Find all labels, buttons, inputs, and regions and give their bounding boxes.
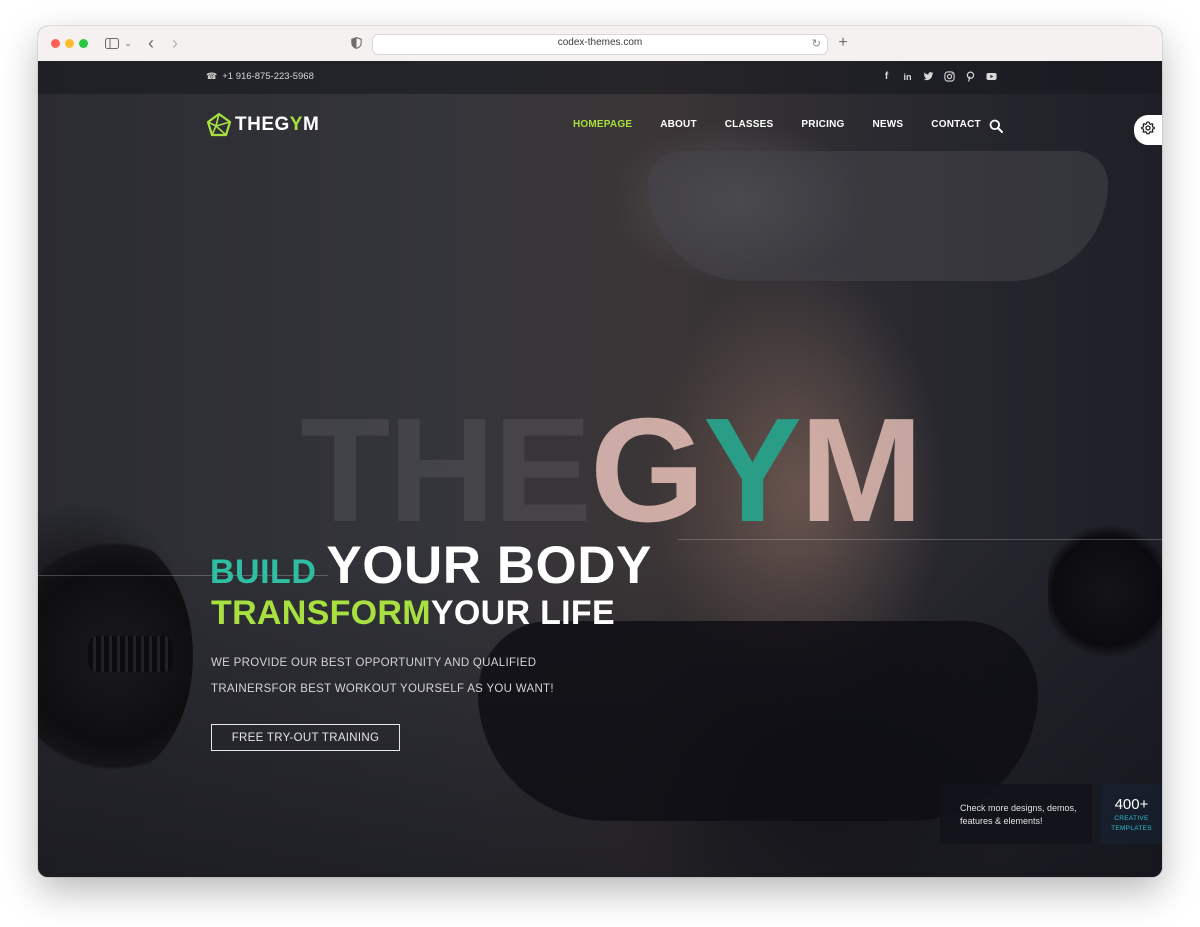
templates-badge[interactable]: 400+ CREATIVE TEMPLATES [1101,784,1162,844]
address-bar[interactable]: codex-themes.com ↻ [372,34,828,55]
hero-headline-2: TRANSFORM YOUR LIFE [211,594,615,633]
nav-item-classes[interactable]: CLASSES [725,119,774,130]
close-window-button[interactable] [51,39,60,48]
facebook-icon[interactable]: f [880,70,893,83]
social-links: f in [880,70,998,83]
hero-watermark: THEGYM [300,397,923,545]
youtube-icon[interactable] [985,70,998,83]
phone-number: +1 916-875-223-5968 [222,71,314,82]
hero-description: WE PROVIDE OUR BEST OPPORTUNITY AND QUAL… [211,650,631,702]
phone-contact[interactable]: ☎ +1 916-875-223-5968 [206,71,314,82]
hero-headline-1: BUILD YOUR BODY [210,535,652,596]
templates-count: 400+ [1114,796,1149,813]
settings-panel-toggle[interactable] [1134,115,1162,145]
main-nav: HOMEPAGE ABOUT CLASSES PRICING NEWS CONT… [573,119,1009,130]
url-text: codex-themes.com [557,37,643,48]
hero-description-line-1: WE PROVIDE OUR BEST OPPORTUNITY AND QUAL… [211,657,537,669]
instagram-icon[interactable] [943,70,956,83]
promo-text: Check more designs, demos, features & el… [960,802,1077,828]
logo-text-accent: Y [289,114,303,135]
back-icon[interactable]: ‹ [144,34,158,52]
watermark-y: Y [703,388,802,553]
logo-text-prefix: THEG [235,114,290,135]
promo-text-line-1: Check more designs, demos, [960,803,1077,813]
nav-item-contact[interactable]: CONTACT [931,119,981,130]
chevron-down-icon[interactable]: ⌄ [123,35,133,51]
logo-text: THEGYM [235,114,319,136]
barbell-handle-shape [88,636,173,672]
forward-icon[interactable]: › [168,34,182,52]
templates-label-1: CREATIVE [1114,815,1149,822]
reload-icon[interactable]: ↻ [812,37,821,50]
phone-icon: ☎ [206,71,218,81]
linkedin-icon[interactable]: in [901,70,914,83]
twitter-icon[interactable] [922,70,935,83]
nav-item-news[interactable]: NEWS [872,119,903,130]
dumbbell-shape [1048,521,1162,661]
watermark-g: G [590,388,705,553]
search-icon[interactable] [989,119,1003,133]
browser-toolbar: ⌄ ‹ › codex-themes.com ↻ + [38,26,1162,62]
new-tab-icon[interactable]: + [836,35,850,51]
nav-item-about[interactable]: ABOUT [660,119,697,130]
free-tryout-button[interactable]: FREE TRY-OUT TRAINING [211,724,400,751]
sidebar-toggle-icon[interactable] [104,35,120,51]
minimize-window-button[interactable] [65,39,74,48]
pinterest-icon[interactable] [964,70,977,83]
watermark-m: M [799,388,923,553]
headline-build: BUILD [210,553,317,591]
headline-your-body: YOUR BODY [326,536,652,595]
maximize-window-button[interactable] [79,39,88,48]
privacy-shield-icon[interactable] [349,35,363,51]
browser-window: ⌄ ‹ › codex-themes.com ↻ + ☎ +1 916-875-… [38,26,1162,877]
headline-your-life: YOUR LIFE [430,594,615,632]
gear-icon [1141,120,1155,140]
hero-description-line-2: TRAINERSFOR BEST WORKOUT YOURSELF AS YOU… [211,683,554,695]
hero-section: ☎ +1 916-875-223-5968 f in THEGYM HOMEPA… [38,61,1162,877]
divider-line-right [678,539,1162,540]
nav-item-pricing[interactable]: PRICING [801,119,844,130]
pentagon-logo-icon [206,112,232,138]
watermark-prefix: THE [300,388,592,553]
templates-label-2: TEMPLATES [1111,825,1152,832]
promo-box[interactable]: Check more designs, demos, features & el… [940,784,1092,844]
logo-text-suffix: M [302,114,320,135]
top-info-bar: ☎ +1 916-875-223-5968 f in [38,61,1162,94]
headline-transform: TRANSFORM [211,594,431,632]
promo-text-line-2: features & elements! [960,816,1043,826]
sports-top-shape [648,151,1108,281]
nav-item-homepage[interactable]: HOMEPAGE [573,119,632,130]
site-logo[interactable]: THEGYM [206,112,319,138]
